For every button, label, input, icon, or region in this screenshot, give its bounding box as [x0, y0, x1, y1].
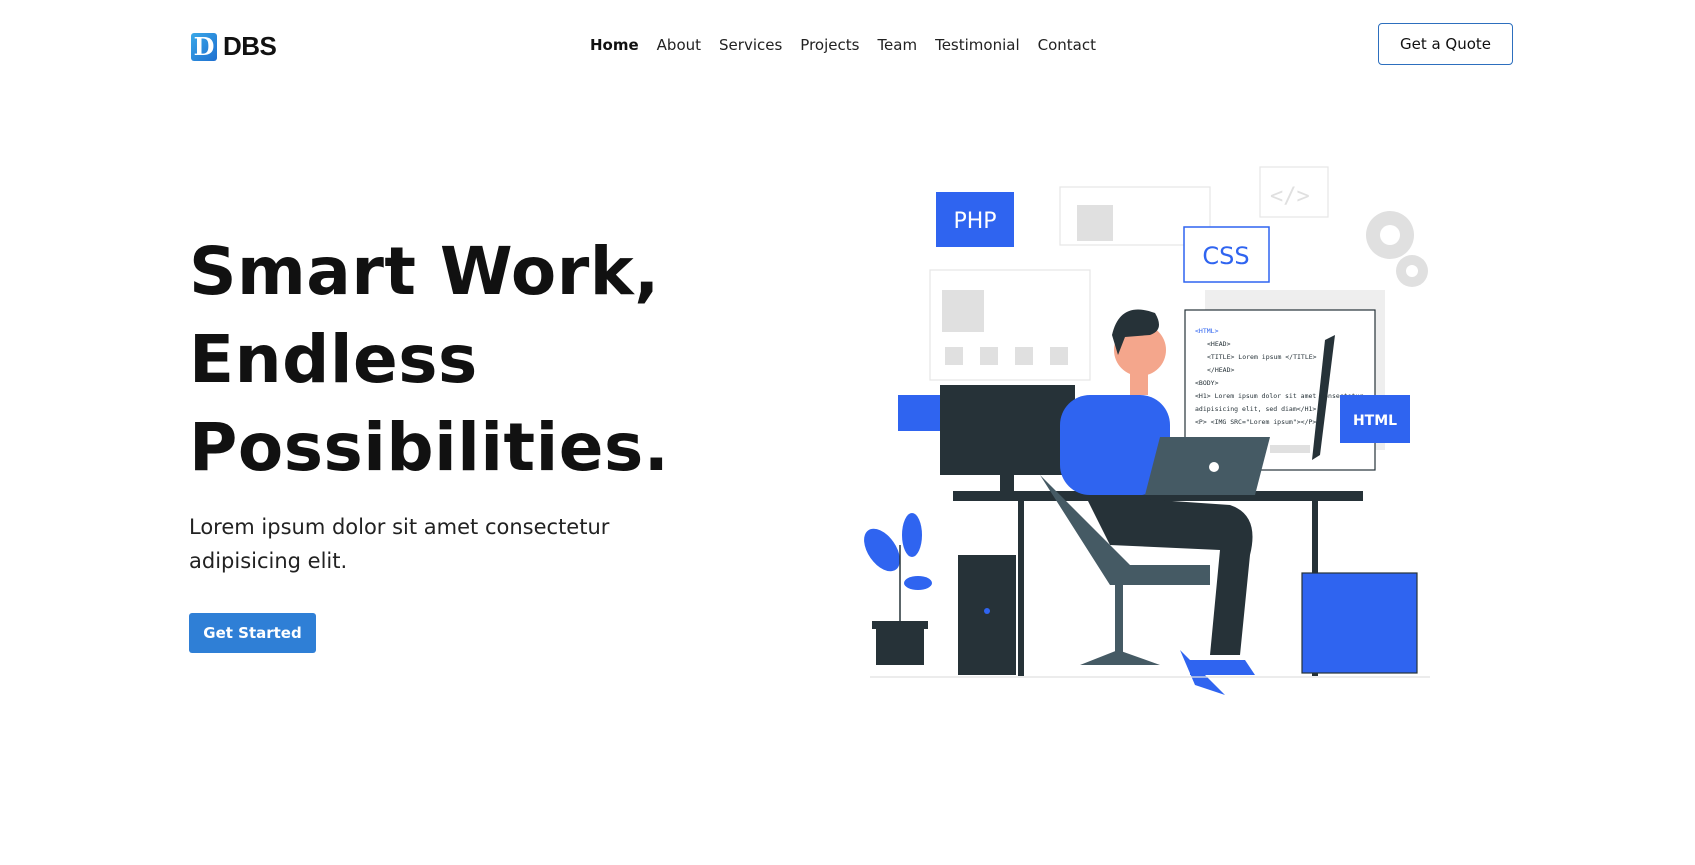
nav-item-about[interactable]: About: [657, 36, 701, 54]
cabinet: [1301, 572, 1418, 674]
nav-item-services[interactable]: Services: [719, 36, 782, 54]
hero-title-line1: Smart Work,: [189, 233, 660, 310]
get-started-button[interactable]: Get Started: [189, 613, 316, 653]
hero-title: Smart Work, Endless Possibilities.: [189, 228, 709, 492]
pc-tower: [958, 555, 1016, 675]
code-line: </HEAD>: [1207, 366, 1234, 374]
hero-title-line2: Endless: [189, 321, 478, 398]
nav-item-home[interactable]: Home: [590, 36, 639, 54]
code-line: <BODY>: [1195, 379, 1219, 387]
brand-name: DBS: [223, 31, 277, 61]
nav-item-contact[interactable]: Contact: [1038, 36, 1096, 54]
nav-item-testimonial[interactable]: Testimonial: [935, 36, 1020, 54]
main-nav: Home About Services Projects Team Testim…: [590, 36, 1114, 54]
hero-illustration: </> PHP CSS <HTML> <HEAD> <TITLE> Lorem ip…: [864, 166, 1430, 695]
logo[interactable]: D DBS: [191, 31, 277, 62]
bg-squares: [945, 347, 1068, 365]
php-tag-label: PHP: [953, 209, 996, 234]
css-tag-label: CSS: [1202, 242, 1249, 270]
code-line: <P> <IMG SRC="Lorem ipsum"></P>: [1195, 418, 1316, 426]
monitor: [940, 385, 1075, 475]
site-header: D DBS Home About Services Projects Team …: [0, 0, 1695, 90]
code-line: <H1> Lorem ipsum dolor sit amet consecte…: [1195, 392, 1363, 400]
bg-window-img: [1077, 205, 1113, 241]
nav-item-projects[interactable]: Projects: [800, 36, 859, 54]
code-line: <TITLE> Lorem ipsum </TITLE>: [1207, 353, 1317, 361]
nav-item-team[interactable]: Team: [877, 36, 917, 54]
code-line: adipisicing elit, sed diam</H1>: [1195, 405, 1316, 413]
small-blue-window: [898, 395, 940, 431]
logo-icon: D: [191, 32, 217, 61]
gear-icon: [1366, 211, 1428, 287]
code-line: <HEAD>: [1207, 340, 1231, 348]
hero-title-line3: Possibilities.: [189, 409, 670, 486]
code-line: <HTML>: [1195, 327, 1219, 335]
code-tag-icon: </>: [1270, 184, 1310, 209]
plant-icon: [864, 513, 932, 665]
laptop: [1145, 437, 1270, 495]
bg-window-img-2: [942, 290, 984, 332]
get-quote-button[interactable]: Get a Quote: [1378, 23, 1513, 65]
hero-subtitle: Lorem ipsum dolor sit amet consectetur a…: [189, 515, 610, 573]
html-tag-label: HTML: [1353, 413, 1397, 429]
